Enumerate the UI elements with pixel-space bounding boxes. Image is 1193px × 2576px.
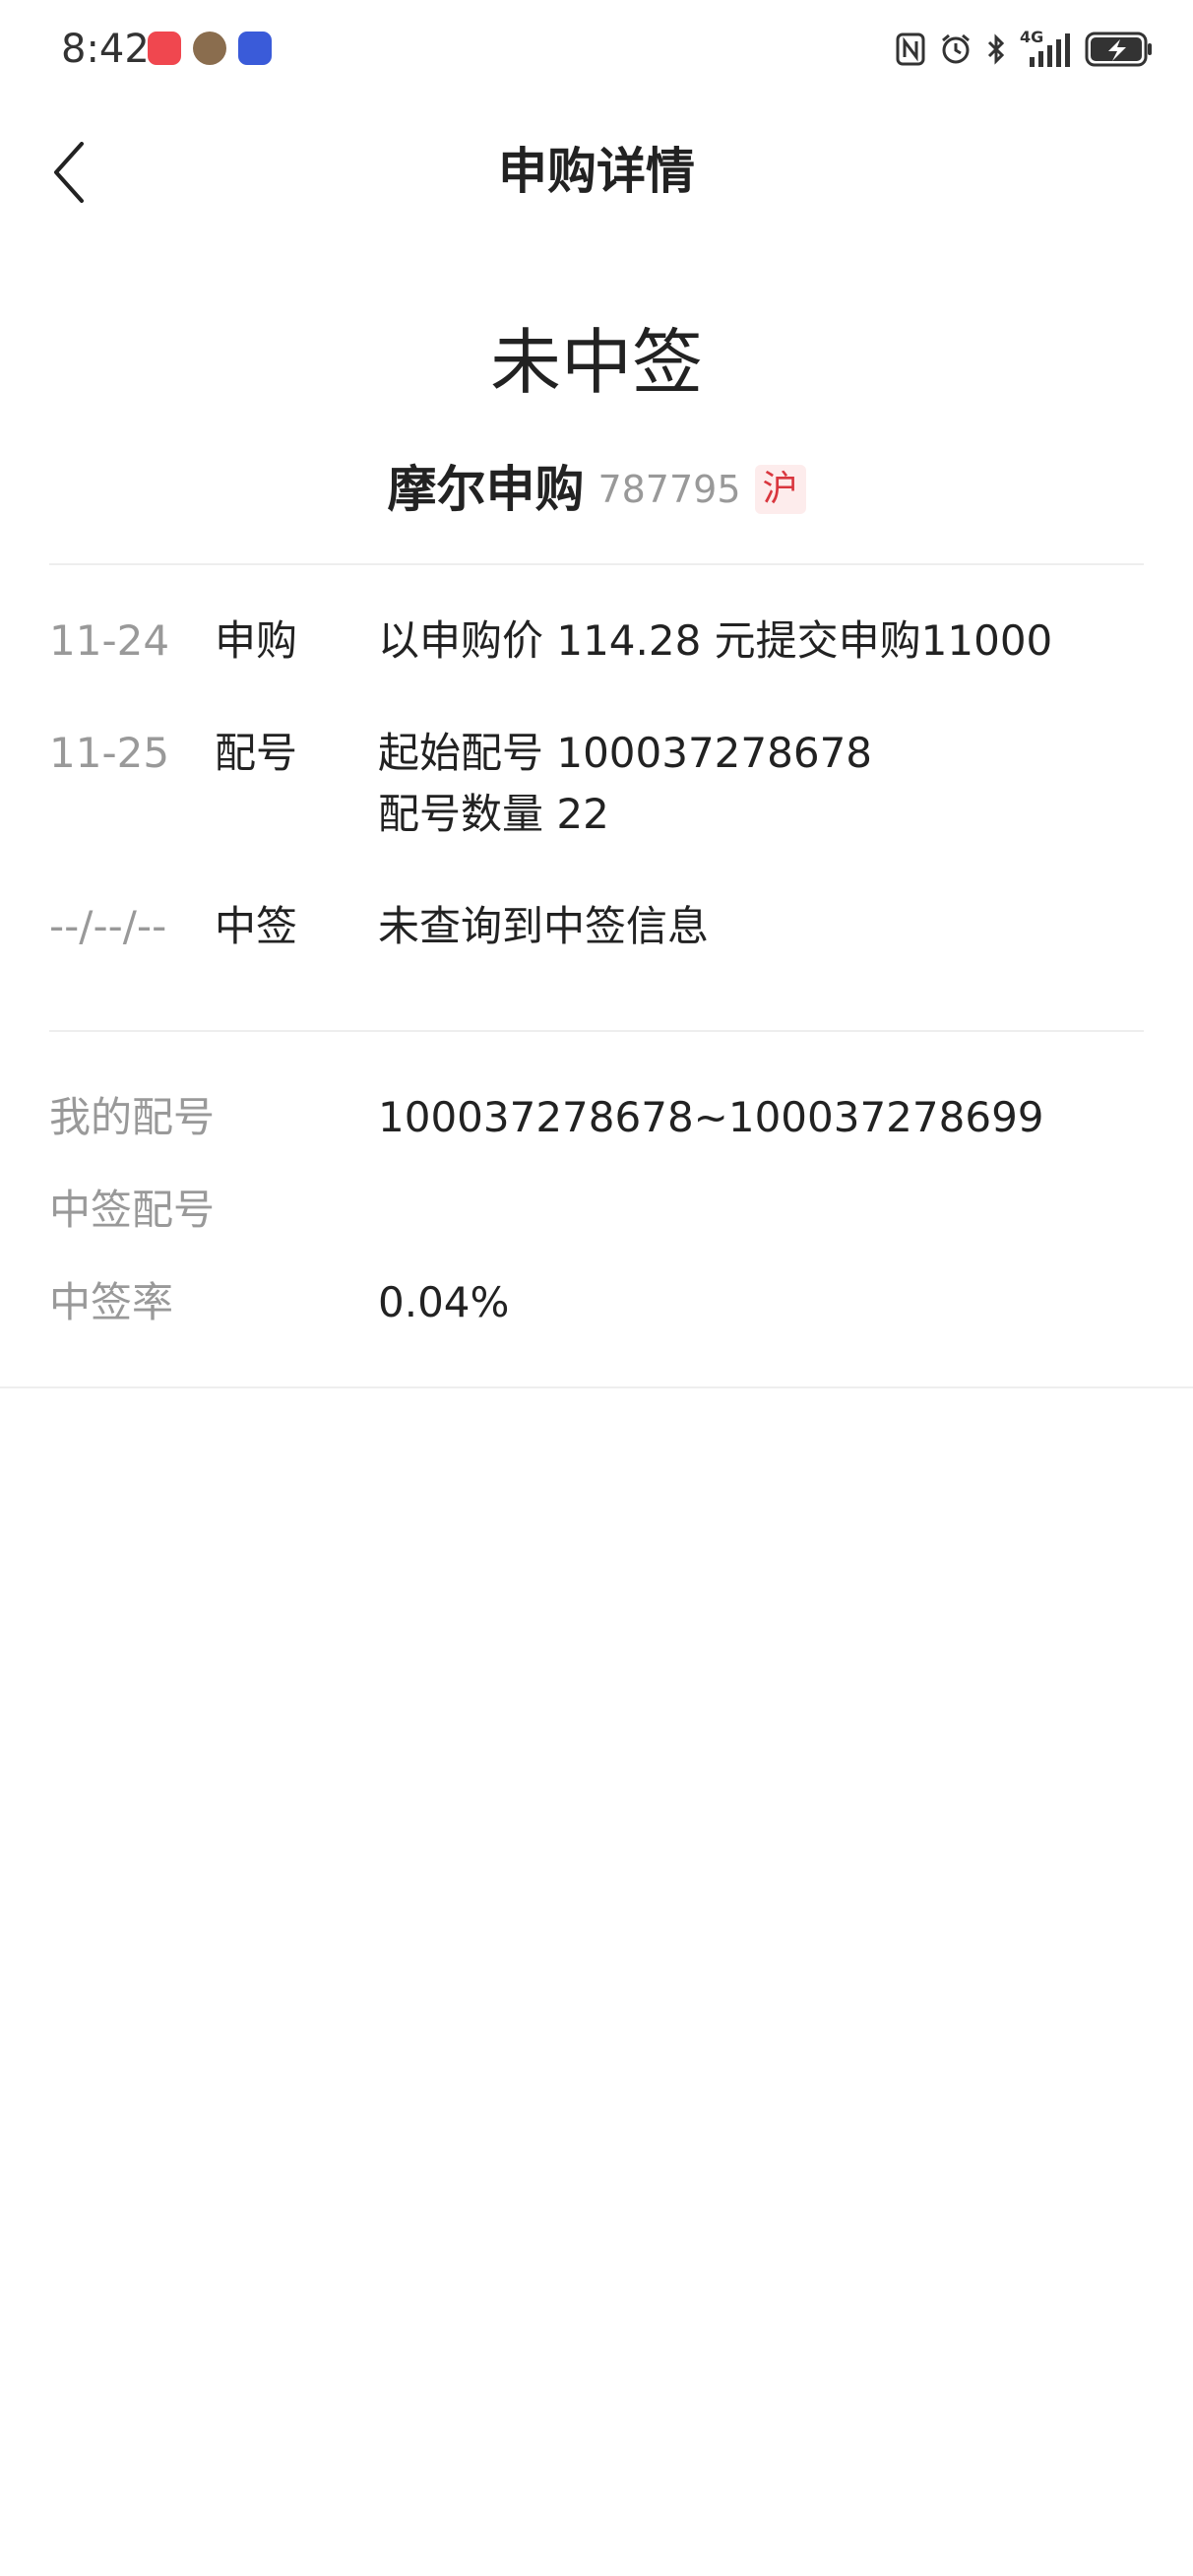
page-title: 申购详情: [498, 143, 695, 200]
battery-charging-icon: [1085, 32, 1152, 67]
divider: [0, 1386, 1193, 1388]
info-value: 100037278678~100037278699: [378, 1093, 1044, 1141]
timeline-detail: 起始配号 100037278678: [378, 729, 873, 777]
info-label: 中签配号: [49, 1186, 216, 1234]
timeline-row-winning: --/--/-- 中签 未查询到中签信息: [49, 896, 1144, 957]
huawei-appgallery-icon: [148, 32, 181, 65]
baidu-app-icon: [238, 32, 272, 65]
info-label: 中签率: [49, 1278, 174, 1326]
timeline-date: --/--/--: [49, 902, 167, 950]
timeline-detail: 以申购价 114.28 元提交申购11000: [378, 616, 1053, 665]
timeline-detail: 配号数量 22: [378, 790, 609, 838]
timeline-event: 中签: [215, 902, 298, 950]
info-value: 0.04%: [378, 1278, 510, 1326]
status-icons: 4G: [896, 28, 1154, 71]
stock-code: 787795: [597, 468, 741, 511]
divider: [49, 563, 1144, 565]
divider: [49, 1030, 1144, 1032]
header: 申购详情: [0, 118, 1193, 226]
timeline-row-allocation: 11-25 配号 起始配号 100037278678 配号数量 22: [49, 723, 1144, 845]
nfc-icon: [896, 32, 925, 66]
allocation-info: 我的配号 100037278678~100037278699 中签配号 中签率 …: [49, 1083, 1144, 1361]
info-row-win-rate: 中签率 0.04%: [49, 1268, 1144, 1361]
timeline-event: 配号: [215, 729, 298, 777]
result-status: 未中签: [489, 321, 703, 404]
timeline-detail: 未查询到中签信息: [378, 902, 710, 950]
info-row-winning-numbers: 中签配号: [49, 1176, 1144, 1268]
signal-icon: 4G: [1020, 28, 1071, 69]
info-row-my-numbers: 我的配号 100037278678~100037278699: [49, 1083, 1144, 1176]
status-time: 8:42: [61, 27, 150, 72]
subscription-timeline: 11-24 申购 以申购价 114.28 元提交申购11000 11-25 配号…: [49, 611, 1144, 1008]
timeline-date: 11-25: [49, 729, 170, 777]
stock-info: 摩尔申购 787795 沪: [0, 455, 1193, 524]
timeline-event: 申购: [215, 616, 298, 665]
bluetooth-icon: [987, 33, 1005, 65]
alarm-icon: [942, 33, 970, 64]
timeline-date: 11-24: [49, 616, 170, 665]
stock-name: 摩尔申购: [387, 461, 585, 518]
timeline-row-subscribe: 11-24 申购 以申购价 114.28 元提交申购11000: [49, 611, 1144, 672]
info-label: 我的配号: [49, 1093, 216, 1141]
avatar-app-icon: [193, 32, 226, 65]
market-badge: 沪: [754, 465, 806, 514]
status-bar: 8:42 4G: [0, 0, 1193, 98]
